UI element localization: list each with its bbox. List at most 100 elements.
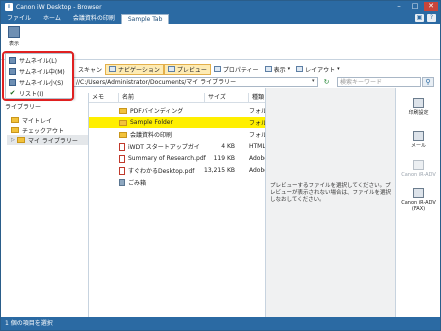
display-label: 表示 [273, 66, 286, 74]
navigation-icon [109, 66, 117, 72]
table-row[interactable]: iWDT スタートアップガイ 4 KB HTML [89, 141, 266, 152]
chevron-down-icon: ▾ [337, 66, 340, 72]
canon-ir-adv-fax-button[interactable]: Canon iR-ADV (FAX) [398, 188, 439, 212]
fax-icon [413, 188, 424, 198]
canon-ir-adv-button[interactable]: Canon iR-ADV [398, 160, 439, 178]
folder-icon [119, 119, 127, 126]
column-size[interactable]: サイズ [205, 93, 249, 102]
search-icon[interactable]: ⚲ [422, 77, 434, 87]
close-button[interactable]: ✕ [424, 2, 438, 11]
layout-label: レイアウト [305, 66, 336, 74]
navigation-toggle[interactable]: ナビゲーション [105, 63, 164, 75]
status-bar: 1 個の項目を選択 [1, 317, 440, 330]
row-name: 会議資料の印刷 [130, 132, 173, 139]
column-name[interactable]: 名前 [119, 93, 205, 102]
row-name: ごみ箱 [128, 180, 147, 187]
navigation-label: ナビゲーション [118, 66, 160, 74]
layout-icon [296, 66, 304, 72]
preview-label: プレビュー [176, 66, 207, 74]
chevron-down-icon: ▾ [287, 66, 291, 72]
properties-icon [213, 66, 221, 72]
table-row[interactable]: Sample Folder フォル [89, 117, 267, 128]
view-button-label: 表示 [8, 41, 19, 47]
canon-ir-adv-label: Canon iR-ADV [401, 172, 436, 178]
view-button[interactable]: 表示 [4, 26, 24, 47]
scan-button[interactable]: スキャン [75, 64, 105, 75]
mail-icon [413, 131, 424, 141]
column-kind[interactable]: 種類 [249, 93, 265, 102]
pdf-icon [119, 166, 125, 175]
row-name: PDFバインディング [130, 108, 184, 115]
list-header: メモ 名前 サイズ 種類 [89, 93, 265, 103]
properties-label: プロパティー [222, 66, 259, 74]
output-bar: 印刷設定 メール Canon iR-ADV Canon iR-ADV (FAX) [395, 88, 440, 317]
tab-file[interactable]: ファイル [1, 14, 37, 24]
preview-toggle[interactable]: プレビュー [163, 63, 211, 75]
mail-button[interactable]: メール [398, 131, 439, 149]
pdf-icon [119, 154, 125, 163]
window-title: Canon iW Desktop - Browser [16, 3, 102, 11]
chevron-down-icon[interactable]: ▾ [312, 78, 315, 84]
scan-label: スキャン [78, 66, 103, 74]
row-name: Sample Folder [130, 119, 173, 126]
help-icon[interactable]: ? [427, 14, 436, 22]
canon-ir-adv-fax-label: Canon iR-ADV (FAX) [401, 200, 436, 212]
folder-icon [11, 117, 19, 123]
print-settings-label: 印刷設定 [408, 110, 429, 116]
preview-icon [167, 66, 175, 72]
display-icon [264, 66, 272, 72]
sidebar-item-mytray[interactable]: マイトレイ [1, 115, 88, 125]
print-settings-button[interactable]: 印刷設定 [398, 98, 439, 116]
folder-icon [119, 107, 127, 114]
menu-bar: ファイル ホーム 会議資料の印刷 Sample Tab ▣ ? [1, 13, 440, 24]
layout-dropdown[interactable]: レイアウト ▾ [293, 64, 343, 75]
tab-home[interactable]: ホーム [37, 14, 67, 24]
title-bar: i Canon iW Desktop - Browser – □ ✕ [1, 1, 440, 13]
address-field[interactable]: //C:/Users/Administrator/Documents/マイ ライ… [73, 77, 318, 87]
printer-icon [413, 98, 424, 108]
mail-label: メール [410, 143, 426, 149]
row-size: 4 KB [221, 143, 235, 150]
sidebar-item-label: チェックアウト [22, 127, 65, 135]
highlight-frame [2, 51, 74, 101]
expand-icon[interactable]: ▷ [11, 137, 16, 143]
row-size: 119 KB [213, 155, 235, 162]
trash-icon [119, 179, 125, 186]
sidebar-item-label: マイ ライブラリー [28, 137, 78, 145]
app-icon: i [5, 3, 13, 11]
refresh-icon[interactable]: ↻ [322, 78, 331, 87]
tab-print-meeting[interactable]: 会議資料の印刷 [67, 14, 121, 24]
display-dropdown[interactable]: 表示 ▾ [262, 64, 294, 75]
library-sidebar: ライブラリー マイトレイ チェックアウト ▷ マイ ライブラリー [1, 93, 89, 317]
column-memo[interactable]: メモ [89, 93, 119, 102]
sidebar-item-checkout[interactable]: チェックアウト [1, 125, 88, 135]
file-list: メモ 名前 サイズ 種類 PDFバインディング フォル Sample Folde… [89, 88, 268, 317]
table-row[interactable]: PDFバインディング フォル [89, 105, 267, 116]
folder-icon [119, 131, 127, 138]
settings-icon[interactable]: ▣ [415, 14, 424, 22]
sidebar-item-label: マイトレイ [22, 117, 53, 125]
row-name: iWDT スタートアップガイ [128, 144, 200, 151]
row-name: すぐわかるDesktop.pdf [128, 168, 195, 175]
minimize-button[interactable]: – [392, 2, 406, 11]
table-row[interactable]: 会議資料の印刷 フォル [89, 129, 267, 140]
row-size: 13,215 KB [204, 167, 235, 174]
search-input[interactable]: 検索キーワード [337, 77, 421, 87]
table-row[interactable]: Summary of Research.pdf 119 KB Adobe [89, 153, 268, 164]
folder-icon [11, 127, 19, 133]
sidebar-item-my-library[interactable]: ▷ マイ ライブラリー [7, 135, 88, 145]
table-row[interactable]: すぐわかるDesktop.pdf 13,215 KB Adobe [89, 165, 268, 176]
preview-pane: プレビューするファイルを選択してください。プレビューが表示されない場合は、ファイ… [265, 88, 395, 317]
preview-message: プレビューするファイルを選択してください。プレビューが表示されない場合は、ファイ… [270, 183, 392, 203]
folder-icon [17, 137, 25, 143]
status-text: 1 個の項目を選択 [5, 320, 53, 327]
properties-button[interactable]: プロパティー [211, 64, 262, 75]
row-kind: HTML [249, 143, 266, 150]
printer-icon [413, 160, 424, 170]
tab-sample[interactable]: Sample Tab [120, 14, 170, 24]
maximize-button[interactable]: □ [408, 2, 422, 11]
list-view-icon [8, 26, 20, 38]
table-row[interactable]: ごみ箱 [89, 177, 265, 188]
document-icon [119, 142, 125, 151]
app-window: i Canon iW Desktop - Browser – □ ✕ ファイル … [0, 0, 441, 331]
